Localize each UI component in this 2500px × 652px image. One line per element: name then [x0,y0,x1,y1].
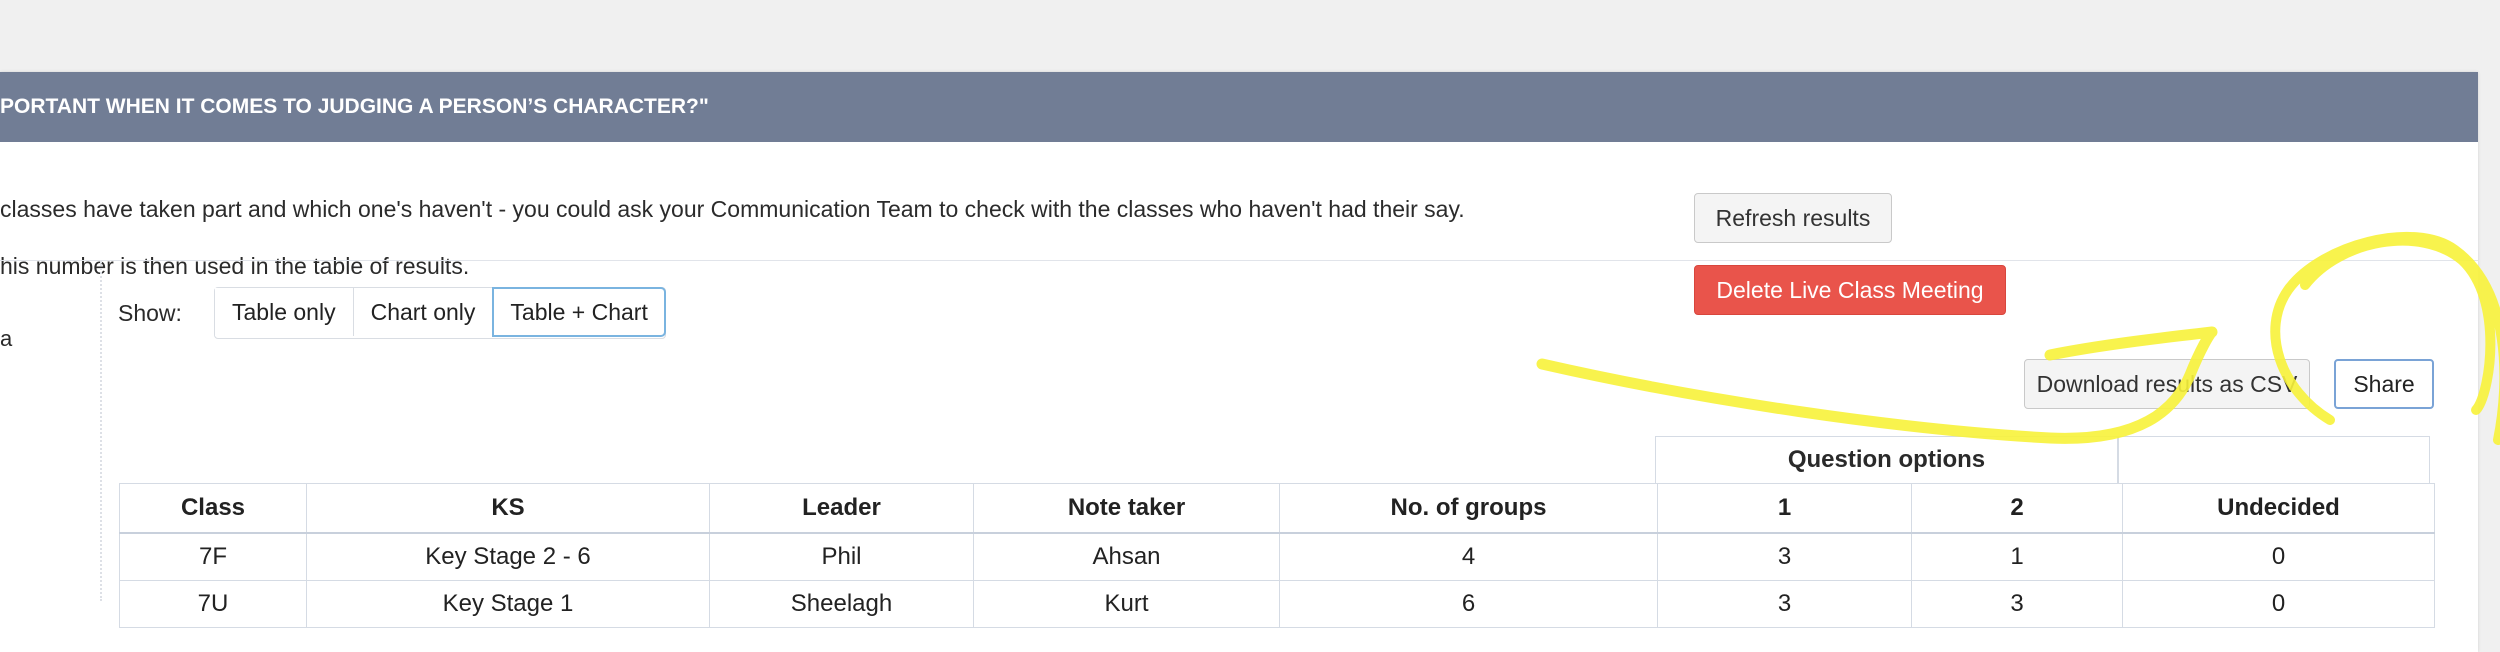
share-button[interactable]: Share [2334,359,2434,409]
intro-text-line-2: his number is then used in the table of … [0,253,470,279]
col-ks: KS [306,483,710,534]
show-label: Show: [118,300,182,326]
cell-undecided: 0 [2122,580,2435,628]
toggle-table-and-chart[interactable]: Table + Chart [492,287,666,337]
cell-option-1: 3 [1657,532,1912,581]
cell-leader: Sheelagh [709,580,974,628]
sidebar-divider [100,261,102,601]
cell-undecided: 0 [2122,532,2435,581]
cell-option-1: 3 [1657,580,1912,628]
col-class: Class [119,483,307,534]
delete-live-class-meeting-button[interactable]: Delete Live Class Meeting [1694,265,2006,315]
section-divider [0,260,2478,261]
cell-option-2: 3 [1911,580,2123,628]
table-row: 7F Key Stage 2 - 6 Phil Ahsan 4 3 1 0 [119,532,2435,581]
refresh-results-button[interactable]: Refresh results [1694,193,1892,243]
cell-ks: Key Stage 1 [306,580,710,628]
col-no-of-groups: No. of groups [1279,483,1658,534]
question-title: PORTANT WHEN IT COMES TO JUDGING A PERSO… [0,72,2478,142]
cell-note-taker: Ahsan [973,532,1280,581]
view-toggle-group: Table only Chart only Table + Chart [214,287,666,339]
table-header-spacer [2118,436,2430,483]
col-leader: Leader [709,483,974,534]
table-row: 7U Key Stage 1 Sheelagh Kurt 6 3 3 0 [119,580,2435,628]
toggle-table-only[interactable]: Table only [215,288,354,336]
cell-leader: Phil [709,532,974,581]
cell-class: 7U [119,580,307,628]
results-table: Class KS Leader Note taker No. of groups… [119,483,2435,628]
cell-groups: 4 [1279,532,1658,581]
cell-note-taker: Kurt [973,580,1280,628]
question-options-header: Question options [1655,436,2118,483]
sidebar-text-fragment: a [0,326,13,351]
col-note-taker: Note taker [973,483,1280,534]
toggle-chart-only[interactable]: Chart only [353,288,494,336]
download-csv-button[interactable]: Download results as CSV [2024,359,2310,409]
cell-option-2: 1 [1911,532,2123,581]
col-undecided: Undecided [2122,483,2435,534]
intro-text-line-1: classes have taken part and which one's … [0,196,1465,222]
cell-ks: Key Stage 2 - 6 [306,532,710,581]
cell-class: 7F [119,532,307,581]
col-option-2: 2 [1911,483,2123,534]
table-header-row: Class KS Leader Note taker No. of groups… [119,483,2435,534]
col-option-1: 1 [1657,483,1912,534]
cell-groups: 6 [1279,580,1658,628]
